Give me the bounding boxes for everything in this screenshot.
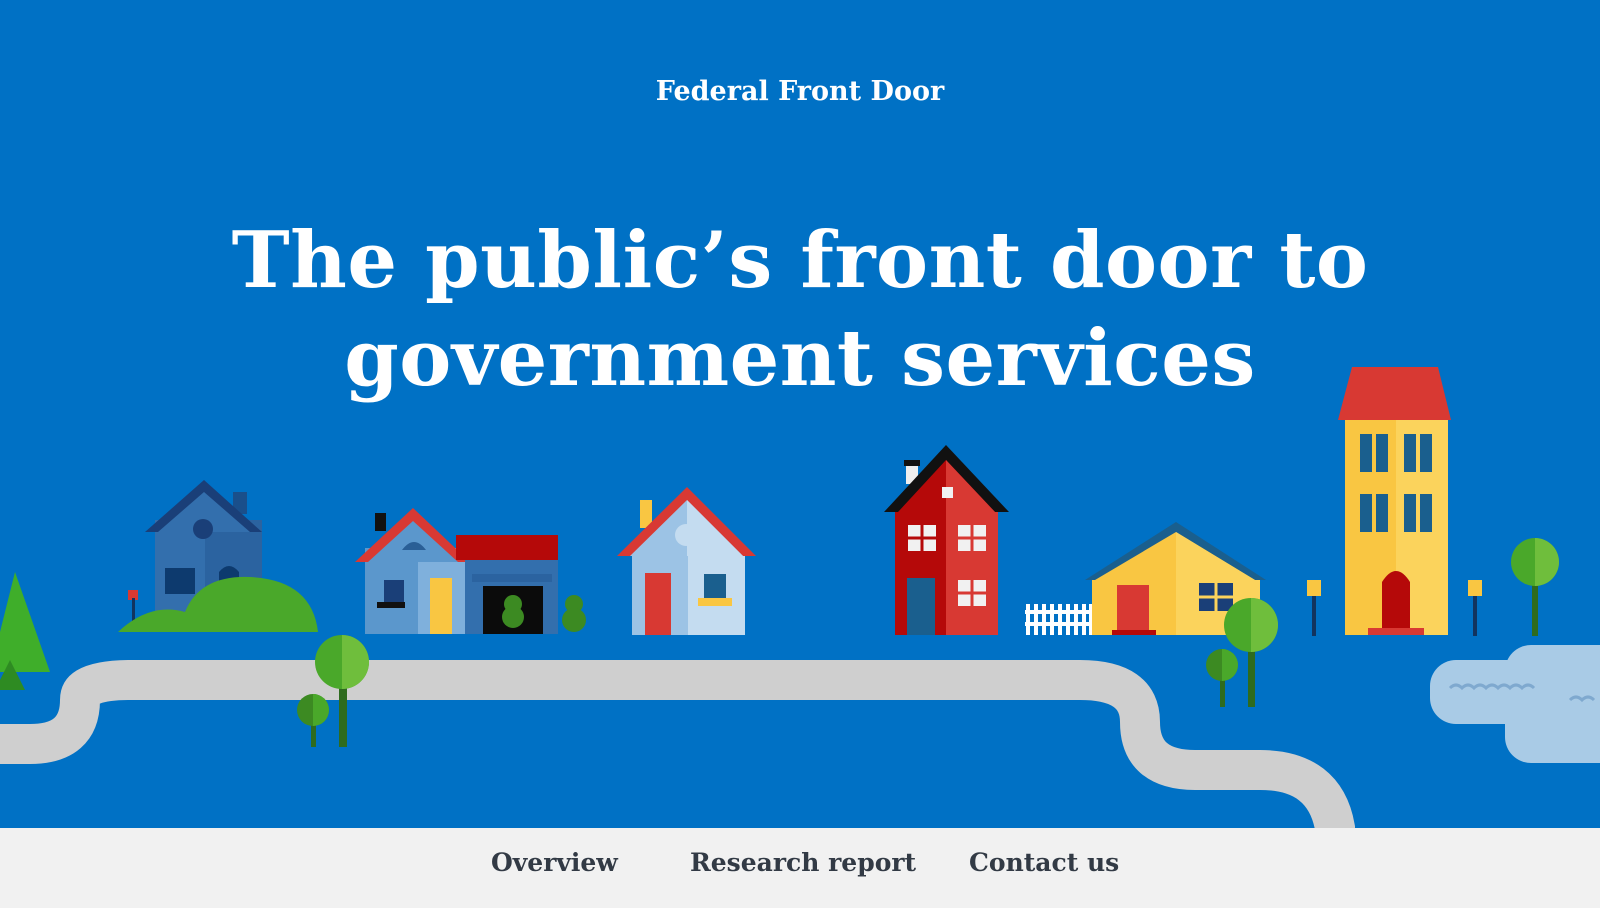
nav-link-contact-us[interactable]: Contact us (969, 848, 1119, 877)
house-red-icon (884, 445, 1009, 635)
nav-link-overview[interactable]: Overview (491, 848, 618, 877)
hero-banner: Federal Front Door The public’s front do… (0, 0, 1600, 828)
neighborhood-illustration (0, 367, 1600, 828)
water-icon (1430, 645, 1600, 763)
house-garage-icon (355, 508, 586, 634)
mailbox-icon (1468, 580, 1482, 596)
footer-nav: Overview Research report Contact us (0, 828, 1600, 908)
mailbox-icon (1307, 580, 1321, 596)
bush-icon (118, 576, 318, 632)
house-light-blue-icon (617, 487, 756, 635)
tree-icon (1511, 538, 1559, 636)
building-tall-icon (1338, 367, 1451, 635)
road (0, 660, 1355, 828)
nav-link-research-report[interactable]: Research report (690, 848, 916, 877)
fence-icon (1025, 604, 1093, 635)
pine-tree-icon (0, 572, 50, 672)
